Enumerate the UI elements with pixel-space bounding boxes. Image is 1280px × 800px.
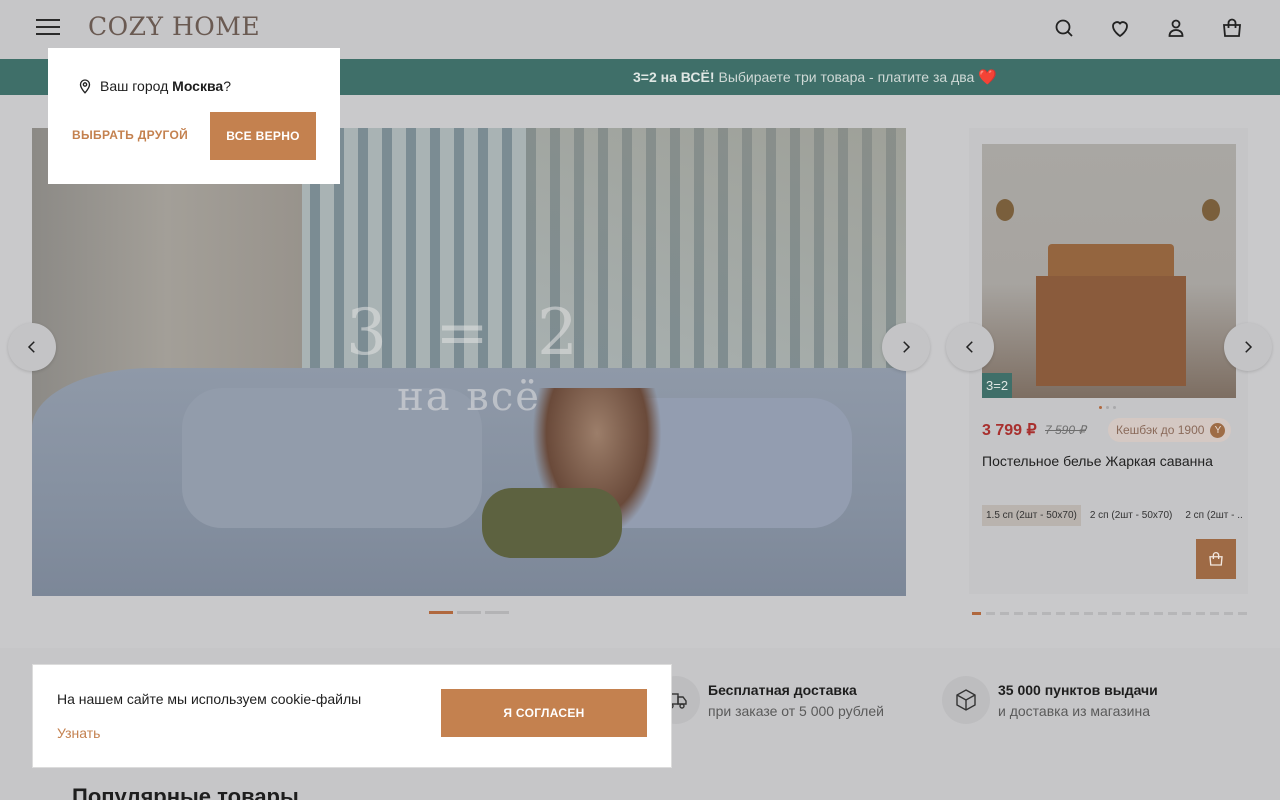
site-logo[interactable]: COZY HOME <box>88 12 260 41</box>
hero-pagination-dot[interactable] <box>457 611 481 614</box>
product-prev-button[interactable] <box>946 323 994 371</box>
product-carousel-pagination <box>972 612 1247 615</box>
product-carousel-dot[interactable] <box>1168 612 1177 615</box>
product-title[interactable]: Постельное белье Жаркая саванна <box>982 453 1213 469</box>
add-to-cart-button[interactable] <box>1196 539 1236 579</box>
chevron-right-icon <box>1245 341 1253 353</box>
product-carousel-dot[interactable] <box>1014 612 1023 615</box>
chevron-left-icon <box>27 341 35 353</box>
feature-pickup-points: 35 000 пунктов выдачи и доставка из мага… <box>942 676 1158 724</box>
product-carousel-dot[interactable] <box>1196 612 1205 615</box>
product-carousel-dot[interactable] <box>1182 612 1191 615</box>
product-image-dots <box>1099 406 1116 409</box>
hero-pagination-dot[interactable] <box>485 611 509 614</box>
product-carousel-dot[interactable] <box>1140 612 1149 615</box>
confirm-city-button[interactable]: ВСЕ ВЕРНО <box>210 112 316 160</box>
city-question-suffix: ? <box>223 78 231 94</box>
section-title-popular: Популярные товары <box>72 784 299 800</box>
product-image-dot[interactable] <box>1099 406 1102 409</box>
feature-title: Бесплатная доставка <box>708 681 857 698</box>
bag-icon[interactable] <box>1220 16 1244 40</box>
cookie-message: На нашем сайте мы используем cookie-файл… <box>57 691 362 707</box>
product-image-dot[interactable] <box>1113 406 1116 409</box>
city-question: Ваш город Москва? <box>76 77 231 95</box>
chevron-left-icon <box>965 341 973 353</box>
product-price: 3 799 ₽ <box>982 422 1037 439</box>
chevron-right-icon <box>903 341 911 353</box>
product-carousel-dot[interactable] <box>1042 612 1051 615</box>
user-icon[interactable] <box>1164 16 1188 40</box>
size-selector: 1.5 сп (2шт - 50x70) 2 сп (2шт - 50x70) 2 … <box>982 505 1242 526</box>
promo-bold: 3=2 на ВСЁ! <box>633 69 715 85</box>
product-carousel-dot[interactable] <box>1224 612 1233 615</box>
size-option[interactable]: 2 сп (2шт - 50x70) <box>1086 505 1177 526</box>
product-image[interactable]: 3=2 <box>982 144 1236 398</box>
yandex-plus-icon: Y <box>1210 422 1226 438</box>
search-icon[interactable] <box>1052 16 1076 40</box>
feature-subtitle: и доставка из магазина <box>998 702 1150 719</box>
promo-text: Выбираете три товара - платите за два <box>718 69 975 85</box>
product-next-button[interactable] <box>1224 323 1272 371</box>
product-carousel-dot[interactable] <box>1028 612 1037 615</box>
product-carousel-dot[interactable] <box>972 612 981 615</box>
product-carousel-dot[interactable] <box>1056 612 1065 615</box>
city-name: Москва <box>172 78 224 94</box>
city-confirm-popup: Ваш город Москва? ВЫБРАТЬ ДРУГОЙ ВСЕ ВЕР… <box>48 48 340 184</box>
product-carousel-dot[interactable] <box>1098 612 1107 615</box>
product-badge: 3=2 <box>982 373 1013 398</box>
heart-icon[interactable] <box>1108 16 1132 40</box>
product-carousel-dot[interactable] <box>986 612 995 615</box>
product-carousel-dot[interactable] <box>1126 612 1135 615</box>
hero-headline: 3 = 2 <box>346 296 592 370</box>
hero-prev-button[interactable] <box>8 323 56 371</box>
hero-pagination <box>429 611 509 614</box>
product-old-price: 7 590 ₽ <box>1045 423 1086 437</box>
product-carousel-dot[interactable] <box>1238 612 1247 615</box>
product-carousel-dot[interactable] <box>1210 612 1219 615</box>
menu-icon[interactable] <box>36 17 60 37</box>
product-carousel-dot[interactable] <box>1154 612 1163 615</box>
product-carousel-dot[interactable] <box>1070 612 1079 615</box>
feature-free-delivery: Бесплатная доставка при заказе от 5 000 … <box>652 676 884 724</box>
choose-other-city-button[interactable]: ВЫБРАТЬ ДРУГОЙ <box>72 128 188 142</box>
product-card[interactable]: 3=2 3 799 ₽ 7 590 ₽ Кешбэк до 1900 Y Пос… <box>969 128 1248 594</box>
bag-icon <box>1209 552 1223 566</box>
cookie-banner: На нашем сайте мы используем cookie-файл… <box>32 664 672 768</box>
cashback-badge: Кешбэк до 1900 Y <box>1108 418 1232 442</box>
hero-next-button[interactable] <box>882 323 930 371</box>
product-image-dot[interactable] <box>1106 406 1109 409</box>
location-pin-icon <box>79 79 91 94</box>
product-carousel-dot[interactable] <box>1000 612 1009 615</box>
cashback-label: Кешбэк до 1900 <box>1116 423 1205 437</box>
feature-title: 35 000 пунктов выдачи <box>998 681 1158 698</box>
size-option[interactable]: 2 сп (2шт - ... <box>1181 505 1242 526</box>
product-carousel-dot[interactable] <box>1084 612 1093 615</box>
city-question-prefix: Ваш город <box>100 78 169 94</box>
size-option[interactable]: 1.5 сп (2шт - 50x70) <box>982 505 1081 526</box>
hero-subline: на всё <box>397 374 541 420</box>
promo-heart-emoji: ❤️ <box>978 69 997 86</box>
hero-banner[interactable]: 3 = 2 на всё <box>32 128 906 596</box>
product-carousel-dot[interactable] <box>1112 612 1121 615</box>
cookie-agree-button[interactable]: Я СОГЛАСЕН <box>441 689 647 737</box>
hero-pagination-dot[interactable] <box>429 611 453 614</box>
cookie-learn-more-link[interactable]: Узнать <box>57 725 100 741</box>
feature-subtitle: при заказе от 5 000 рублей <box>708 702 884 719</box>
box-icon <box>942 676 990 724</box>
